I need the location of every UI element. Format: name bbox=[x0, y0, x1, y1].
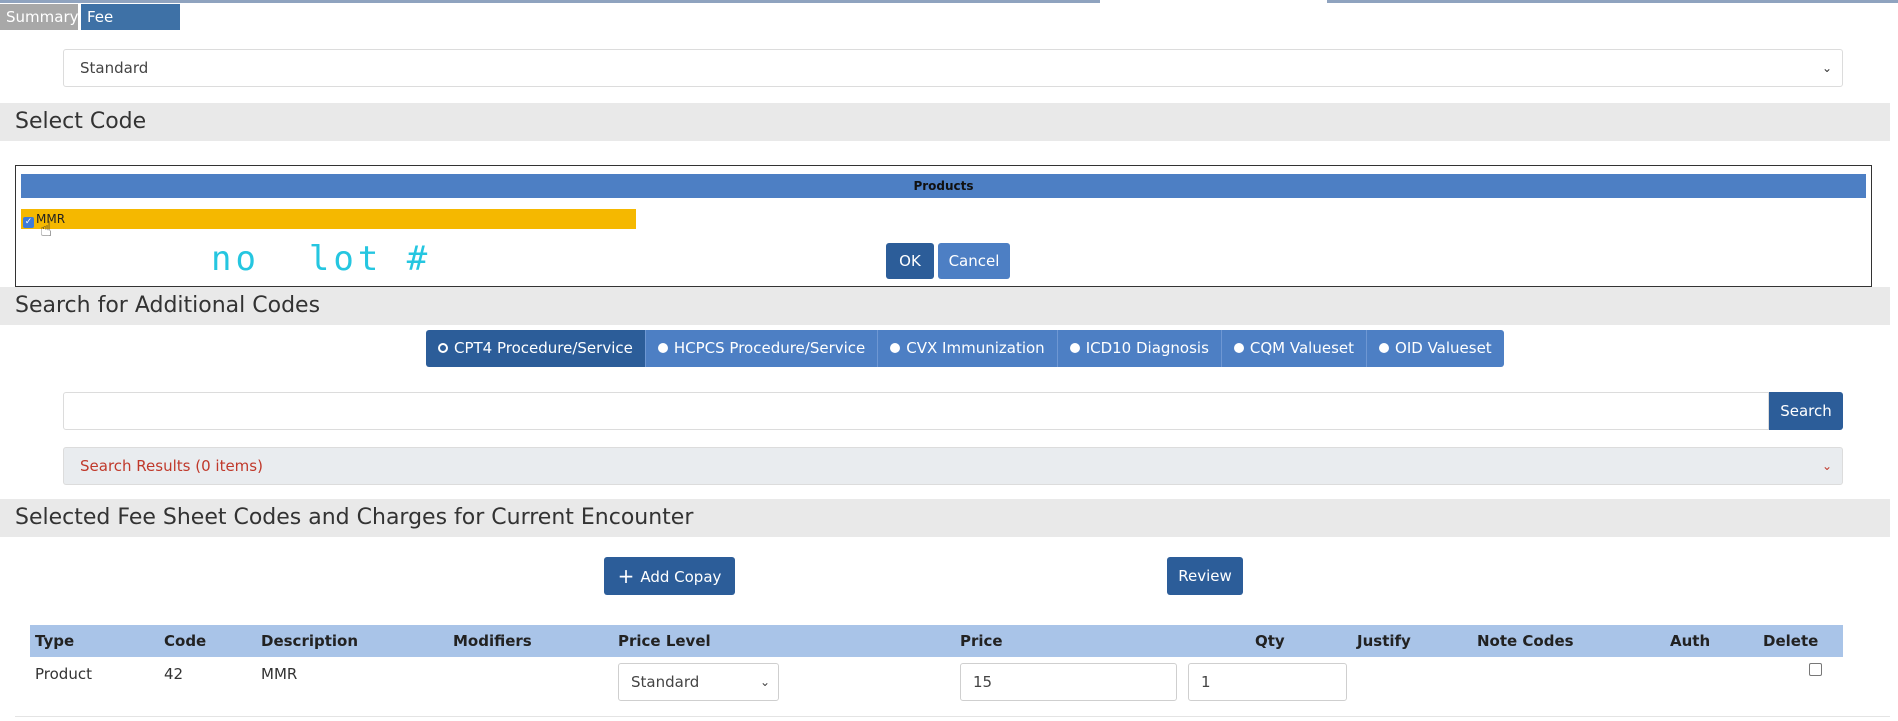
handwritten-annotation: no lot # bbox=[211, 239, 432, 279]
ok-button[interactable]: OK bbox=[886, 243, 934, 279]
price-level-select[interactable]: Standard ⌄ bbox=[63, 49, 1843, 87]
col-type: Type bbox=[35, 632, 75, 650]
radio-icon bbox=[1233, 343, 1244, 353]
radio-icon bbox=[890, 343, 901, 353]
tab-fee-sheet-label: Fee Sheet bbox=[87, 8, 131, 52]
col-description: Description bbox=[261, 632, 359, 650]
radio-icon bbox=[1069, 343, 1080, 353]
radio-label: CQM Valueset bbox=[1249, 339, 1355, 357]
radio-cvx[interactable]: CVX Immunization bbox=[878, 330, 1058, 367]
radio-cpt4[interactable]: CPT4 Procedure/Service bbox=[426, 330, 646, 367]
row-price-level-value: Standard bbox=[631, 673, 700, 691]
radio-icd10[interactable]: ICD10 Diagnosis bbox=[1057, 330, 1222, 367]
tab-fee-sheet[interactable]: Fee Sheet × bbox=[81, 4, 180, 52]
products-header: Products bbox=[21, 174, 1866, 198]
plus-icon: + bbox=[617, 564, 635, 588]
row-price-level-select[interactable]: Standard ⌄ bbox=[618, 663, 779, 701]
search-results-label: Search Results (0 items) bbox=[80, 457, 263, 475]
radio-cqm[interactable]: CQM Valueset bbox=[1221, 330, 1368, 367]
radio-label: ICD10 Diagnosis bbox=[1085, 339, 1209, 357]
radio-selected-icon bbox=[438, 343, 448, 353]
radio-oid[interactable]: OID Valueset bbox=[1367, 330, 1504, 367]
chevron-down-icon: ⌄ bbox=[1821, 61, 1832, 75]
hand-cursor-icon: ☝ bbox=[40, 217, 53, 241]
search-results-select[interactable]: Search Results (0 items) ⌄ bbox=[63, 447, 1843, 485]
col-price: Price bbox=[960, 632, 1003, 650]
col-code: Code bbox=[164, 632, 207, 650]
col-qty: Qty bbox=[1255, 632, 1285, 650]
search-section-title: Search for Additional Codes bbox=[0, 287, 1890, 325]
price-level-value: Standard bbox=[80, 59, 149, 77]
col-delete: Delete bbox=[1763, 632, 1819, 650]
selected-codes-title: Selected Fee Sheet Codes and Charges for… bbox=[0, 499, 1890, 537]
products-panel: Products ✓ MMR ☝ no lot # OK Cancel bbox=[15, 165, 1872, 287]
col-price-level: Price Level bbox=[618, 632, 711, 650]
row-delete-checkbox[interactable] bbox=[1809, 663, 1822, 676]
col-modifiers: Modifiers bbox=[453, 632, 532, 650]
row-code: 42 bbox=[164, 665, 184, 683]
radio-icon bbox=[1379, 343, 1390, 353]
product-item-mmr[interactable]: ✓ MMR bbox=[21, 209, 636, 229]
radio-hcpcs[interactable]: HCPCS Procedure/Service bbox=[645, 330, 879, 367]
col-note-codes: Note Codes bbox=[1477, 632, 1574, 650]
product-checkbox[interactable]: ✓ bbox=[23, 217, 34, 228]
add-copay-label: Add Copay bbox=[640, 568, 722, 586]
radio-label: OID Valueset bbox=[1395, 339, 1492, 357]
cancel-button[interactable]: Cancel bbox=[938, 243, 1010, 279]
radio-label: HCPCS Procedure/Service bbox=[673, 339, 866, 357]
row-qty-input[interactable]: 1 bbox=[1188, 663, 1347, 701]
radio-label: CVX Immunization bbox=[906, 339, 1045, 357]
bottom-divider bbox=[15, 716, 1890, 717]
col-auth: Auth bbox=[1670, 632, 1711, 650]
tab-summary[interactable]: Summary bbox=[0, 4, 79, 30]
search-button[interactable]: Search bbox=[1769, 392, 1843, 430]
top-strip bbox=[0, 0, 1898, 3]
chevron-down-icon: ⌄ bbox=[759, 675, 770, 689]
row-description: MMR bbox=[261, 665, 298, 683]
top-tab-bar: Summary Fee Sheet × bbox=[0, 0, 1898, 52]
radio-label: CPT4 Procedure/Service bbox=[454, 339, 633, 357]
chevron-down-icon: ⌄ bbox=[1821, 459, 1832, 473]
row-type: Product bbox=[35, 665, 92, 683]
code-search-input[interactable] bbox=[63, 392, 1769, 430]
fee-table-header: Type Code Description Modifiers Price Le… bbox=[30, 625, 1843, 657]
code-type-radio-group: CPT4 Procedure/Service HCPCS Procedure/S… bbox=[426, 330, 1504, 367]
select-code-title: Select Code bbox=[0, 103, 1890, 141]
add-copay-button[interactable]: + Add Copay bbox=[604, 557, 735, 595]
radio-icon bbox=[657, 343, 668, 353]
col-justify: Justify bbox=[1357, 632, 1411, 650]
review-button[interactable]: Review bbox=[1167, 557, 1243, 595]
row-price-input[interactable]: 15 bbox=[960, 663, 1177, 701]
table-row: Product 42 MMR Standard ⌄ 15 1 bbox=[30, 657, 1843, 701]
